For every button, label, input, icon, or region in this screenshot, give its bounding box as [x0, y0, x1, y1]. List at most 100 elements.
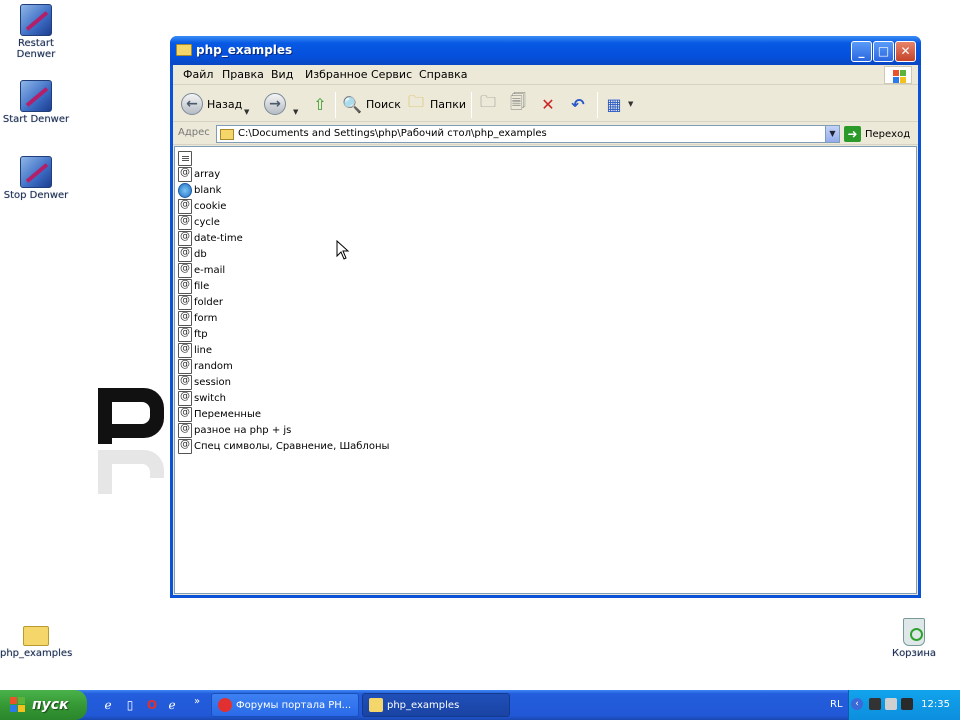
list-item[interactable]: form: [178, 310, 217, 326]
start-button[interactable]: пуск: [0, 690, 87, 720]
desktop-icon-label: Stop Denwer: [3, 190, 69, 201]
list-item[interactable]: Спец символы, Сравнение, Шаблоны: [178, 438, 389, 454]
menu-view[interactable]: Вид: [271, 68, 293, 81]
folder-icon: [23, 626, 49, 646]
copy-to-button[interactable]: 🗐: [507, 91, 532, 117]
desktop-icon-php-examples[interactable]: php_examples: [0, 620, 72, 659]
close-button[interactable]: ✕: [895, 41, 916, 62]
toolbar-separator: [471, 92, 472, 118]
list-item[interactable]: cycle: [178, 214, 220, 230]
folder-icon: [369, 698, 383, 712]
folders-label: Папки: [430, 97, 466, 111]
list-item[interactable]: db: [178, 246, 207, 262]
views-icon: ▦: [606, 94, 622, 114]
network-icon[interactable]: [869, 698, 881, 710]
go-button[interactable]: ➜ Переход: [844, 126, 910, 142]
menu-tools[interactable]: Сервис: [371, 68, 412, 81]
php-file-icon: [178, 214, 192, 230]
service-icon: [20, 4, 52, 36]
back-button[interactable]: ← Назад: [181, 91, 242, 117]
list-item[interactable]: folder: [178, 294, 223, 310]
ie-quicklaunch-icon[interactable]: ℯ: [99, 696, 117, 714]
move-to-button[interactable]: 🗀: [477, 91, 502, 117]
menu-edit[interactable]: Правка: [222, 68, 264, 81]
explorer-window: php_examples _ □ ✕ Файл Правка Вид Избра…: [170, 36, 921, 598]
list-item[interactable]: session: [178, 374, 231, 390]
window-body: Файл Правка Вид Избранное Сервис Справка…: [173, 65, 918, 595]
back-arrow-icon: ←: [181, 93, 203, 115]
tray-expand-icon[interactable]: ‹: [851, 698, 863, 710]
taskbar-button-php-examples[interactable]: php_examples: [362, 693, 510, 717]
maximize-button[interactable]: □: [873, 41, 894, 62]
php-file-icon: [178, 166, 192, 182]
up-folder-button[interactable]: ⇧: [309, 91, 334, 117]
desktop-icon-label: php_examples: [0, 648, 73, 659]
file-name: session: [194, 376, 232, 388]
list-item[interactable]: random: [178, 358, 233, 374]
list-item[interactable]: e-mail: [178, 262, 225, 278]
file-name: file: [194, 280, 210, 292]
list-item[interactable]: blank: [178, 182, 221, 198]
list-item[interactable]: [178, 150, 194, 166]
back-dropdown-icon[interactable]: ▼: [244, 99, 249, 125]
volume-icon[interactable]: [885, 698, 897, 710]
menu-bar: Файл Правка Вид Избранное Сервис Справка: [173, 65, 918, 85]
search-icon: 🔍: [342, 94, 362, 114]
desktop-icon-recycle-bin[interactable]: Корзина: [878, 618, 950, 659]
mouse-cursor-icon: [336, 240, 350, 260]
windows-logo-icon: [884, 66, 912, 84]
list-item[interactable]: cookie: [178, 198, 226, 214]
file-name: line: [194, 344, 213, 356]
menu-favorites[interactable]: Избранное: [305, 68, 367, 81]
php-file-icon: [178, 358, 192, 374]
document-icon: [178, 150, 192, 166]
address-label: Адрес: [178, 127, 210, 138]
forward-button[interactable]: →: [264, 91, 290, 117]
clock[interactable]: 12:35: [921, 699, 950, 710]
minimize-button[interactable]: _: [851, 41, 872, 62]
list-item[interactable]: array: [178, 166, 220, 182]
list-item[interactable]: date-time: [178, 230, 243, 246]
language-indicator[interactable]: RL: [830, 699, 843, 710]
list-item[interactable]: line: [178, 342, 212, 358]
list-item[interactable]: file: [178, 278, 209, 294]
title-bar[interactable]: php_examples _ □ ✕: [170, 36, 921, 65]
views-button[interactable]: ▦ ▼: [603, 91, 633, 117]
search-button[interactable]: 🔍 Поиск: [341, 91, 401, 117]
folders-button[interactable]: 🗀 Папки: [405, 91, 466, 117]
menu-help[interactable]: Справка: [419, 68, 467, 81]
address-dropdown-icon[interactable]: ▼: [825, 126, 839, 142]
php-file-icon: [178, 246, 192, 262]
desktop-icon-start-denwer[interactable]: Start Denwer: [0, 80, 72, 125]
list-item[interactable]: ftp: [178, 326, 208, 342]
denwer-tray-icon[interactable]: [901, 698, 913, 710]
toolbar: ← Назад ▼ → ▼ ⇧ 🔍 Поиск 🗀 Папки 🗀 🗐 ✕ ↶ …: [173, 86, 918, 122]
views-dropdown-icon: ▼: [628, 100, 634, 108]
address-input[interactable]: C:\Documents and Settings\php\Рабочий ст…: [216, 125, 840, 143]
php-file-icon: [178, 198, 192, 214]
system-tray: ‹ 12:35: [848, 690, 960, 720]
back-label: Назад: [207, 97, 243, 111]
menu-file[interactable]: Файл: [183, 68, 213, 81]
opera-quicklaunch-icon[interactable]: O: [143, 696, 161, 714]
forward-dropdown-icon[interactable]: ▼: [293, 99, 298, 125]
service-icon: [20, 156, 52, 188]
file-name: folder: [194, 296, 224, 308]
taskbar-button-opera[interactable]: Форумы портала PH...: [211, 693, 359, 717]
php-file-icon: [178, 310, 192, 326]
ie-quicklaunch-icon[interactable]: ℯ: [163, 696, 181, 714]
delete-button[interactable]: ✕: [537, 91, 562, 117]
file-name: random: [194, 360, 233, 372]
phone-quicklaunch-icon[interactable]: ▯: [121, 696, 139, 714]
php-file-icon: [178, 262, 192, 278]
desktop-icon-stop-denwer[interactable]: Stop Denwer: [0, 156, 72, 201]
list-item[interactable]: Переменные: [178, 406, 261, 422]
undo-button[interactable]: ↶: [567, 91, 592, 117]
file-name: array: [194, 168, 221, 180]
desktop-icon-restart-denwer[interactable]: Restart Denwer: [0, 4, 72, 60]
php-file-icon: [178, 438, 192, 454]
list-item[interactable]: switch: [178, 390, 226, 406]
quicklaunch-expand-icon[interactable]: »: [188, 693, 206, 711]
list-item[interactable]: разное на php + js: [178, 422, 291, 438]
file-name: form: [194, 312, 218, 324]
